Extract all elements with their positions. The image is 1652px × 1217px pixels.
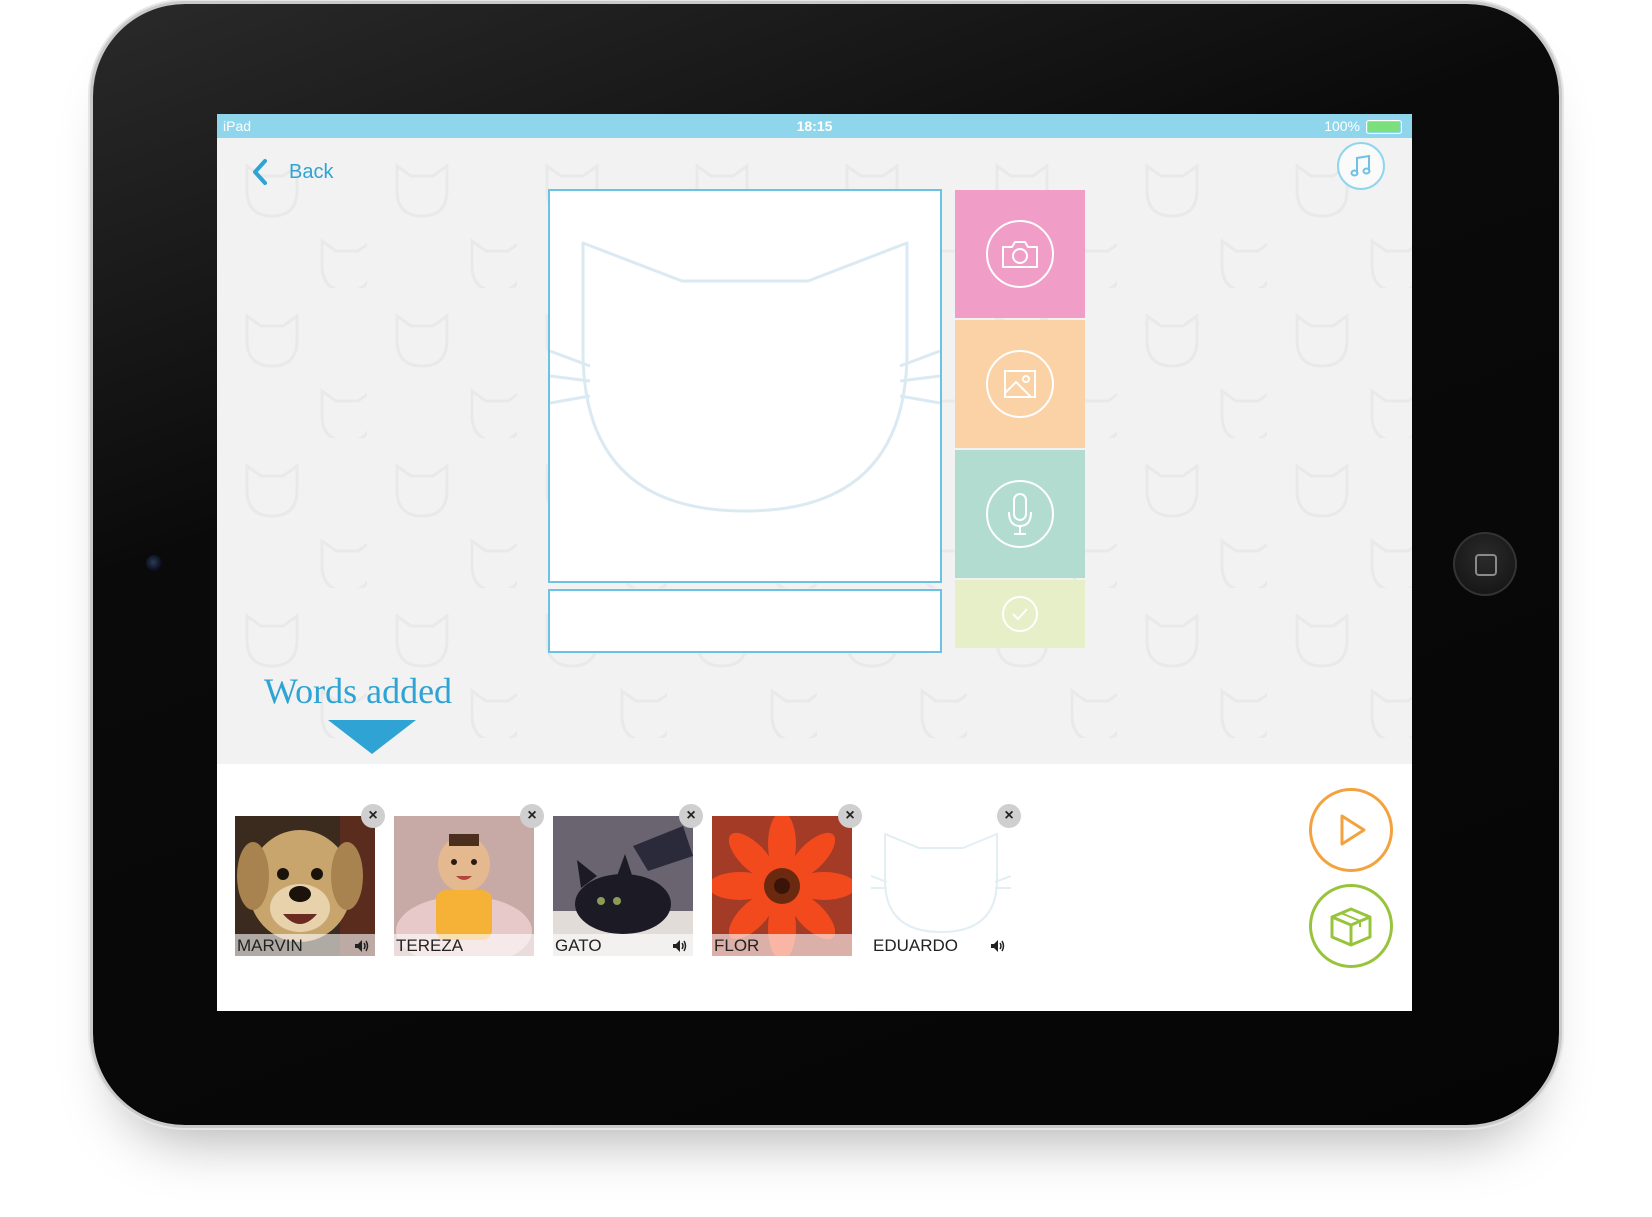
speaker-icon[interactable] <box>989 938 1005 954</box>
checkmark-icon <box>1012 608 1028 621</box>
confirm-button[interactable] <box>955 580 1085 648</box>
word-label: TEREZA <box>394 934 534 958</box>
gallery-icon-ring <box>986 350 1054 418</box>
word-card[interactable]: TEREZA × <box>394 804 544 958</box>
box-icon <box>1330 907 1372 947</box>
word-card[interactable]: FLOR × <box>712 804 862 958</box>
word-name-input[interactable] <box>548 589 942 653</box>
music-note-icon <box>1350 154 1371 177</box>
word-card[interactable]: MARVIN × <box>235 804 385 958</box>
box-button[interactable] <box>1309 884 1393 968</box>
status-time: 18:15 <box>796 118 833 134</box>
status-bar: iPad 18:15 100% <box>217 114 1412 138</box>
chevron-left-icon <box>253 159 267 185</box>
speaker-icon[interactable] <box>353 938 369 954</box>
home-button[interactable] <box>1453 532 1517 596</box>
checkmark-icon-ring <box>1002 596 1038 632</box>
photo-frame[interactable] <box>548 189 942 583</box>
remove-button[interactable]: × <box>997 804 1021 828</box>
front-camera <box>146 555 162 571</box>
back-button[interactable]: Back <box>251 152 333 192</box>
music-button[interactable] <box>1337 142 1385 190</box>
camera-icon-ring <box>986 220 1054 288</box>
record-button[interactable] <box>955 450 1085 578</box>
word-card[interactable]: GATO × <box>553 804 703 958</box>
remove-button[interactable]: × <box>361 804 385 828</box>
back-label: Back <box>289 160 334 183</box>
gallery-button[interactable] <box>955 320 1085 448</box>
remove-button[interactable]: × <box>679 804 703 828</box>
down-arrow-icon <box>328 720 416 754</box>
remove-button[interactable]: × <box>520 804 544 828</box>
words-added-title: Words added <box>264 671 453 711</box>
word-card[interactable]: EDUARDO × <box>871 804 1021 956</box>
cat-placeholder-icon <box>549 241 941 513</box>
microphone-icon <box>1008 493 1032 535</box>
camera-button[interactable] <box>955 190 1085 318</box>
speaker-icon[interactable] <box>671 938 687 954</box>
remove-button[interactable]: × <box>838 804 862 828</box>
words-tray: MARVIN × TEREZA × GATO × FLOR × EDUARDO … <box>217 764 1412 1011</box>
camera-icon <box>1002 241 1038 268</box>
battery-icon <box>1366 120 1402 134</box>
battery-percent: 100% <box>1324 118 1360 134</box>
play-button[interactable] <box>1309 788 1393 872</box>
mic-icon-ring <box>986 480 1054 548</box>
image-icon <box>1004 370 1036 398</box>
app-screen: iPad 18:15 100% Back Words added MARVIN … <box>217 114 1412 1011</box>
play-icon <box>1340 814 1366 846</box>
word-label: FLOR <box>712 934 852 958</box>
